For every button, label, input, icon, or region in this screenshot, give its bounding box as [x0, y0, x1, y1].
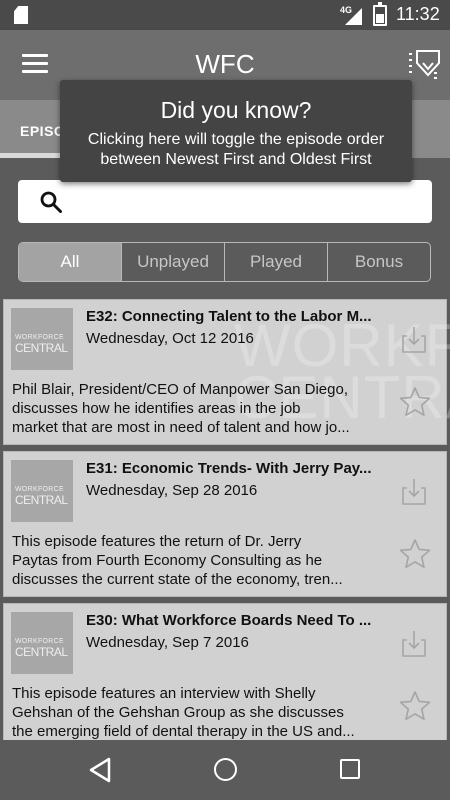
favorite-star-icon[interactable] [399, 690, 431, 722]
episode-description: This episode features the return of Dr. … [12, 533, 343, 588]
episode-date: Wednesday, Sep 7 2016 [86, 634, 249, 651]
filter-played[interactable]: Played [224, 243, 327, 281]
filter-unplayed[interactable]: Unplayed [121, 243, 224, 281]
tooltip-title: Did you know? [160, 97, 312, 123]
search-input[interactable] [18, 180, 432, 223]
episode-date: Wednesday, Sep 28 2016 [86, 482, 258, 499]
download-icon[interactable] [401, 326, 427, 354]
episode-title: E31: Economic Trends- With Jerry Pay... [86, 460, 372, 477]
episode-thumbnail: WORKFORCE CENTRAL [11, 612, 73, 674]
episode-list: WORKFORCECENTRAL WORKFORCE CENTRAL E32: … [0, 297, 450, 740]
system-nav-bar [0, 740, 450, 800]
favorite-star-icon[interactable] [399, 386, 431, 418]
tooltip-popup[interactable]: Did you know? Clicking here will toggle … [60, 80, 412, 182]
home-icon[interactable] [214, 758, 237, 781]
download-icon[interactable] [401, 630, 427, 658]
sd-card-icon [14, 6, 28, 24]
favorite-star-icon[interactable] [399, 538, 431, 570]
sort-order-icon[interactable] [408, 48, 442, 80]
episode-title: E30: What Workforce Boards Need To ... [86, 612, 372, 629]
episode-thumbnail: WORKFORCE CENTRAL [11, 460, 73, 522]
episode-card[interactable]: WORKFORCECENTRAL WORKFORCE CENTRAL E32: … [3, 299, 450, 445]
tab-episodes[interactable]: EPISO [20, 123, 65, 139]
filter-segmented-control: All Unplayed Played Bonus [18, 242, 431, 282]
episode-description: This episode features an interview with … [12, 685, 355, 740]
search-icon [40, 191, 62, 213]
episode-card[interactable]: WORKFORCE CENTRAL E31: Economic Trends- … [3, 451, 447, 597]
back-icon[interactable] [88, 757, 112, 783]
filter-all[interactable]: All [19, 243, 121, 281]
episode-date: Wednesday, Oct 12 2016 [86, 330, 254, 347]
episode-card[interactable]: WORKFORCE CENTRAL E30: What Workforce Bo… [3, 603, 447, 740]
episode-title: E32: Connecting Talent to the Labor M... [86, 308, 372, 325]
app-title: WFC [195, 49, 255, 79]
network-type: 4G [340, 5, 353, 15]
filter-bonus[interactable]: Bonus [327, 243, 430, 281]
tooltip-body: Clicking here will toggle the episode or… [87, 131, 385, 168]
battery-icon [373, 2, 387, 26]
episode-description: Phil Blair, President/CEO of Manpower Sa… [12, 381, 350, 436]
status-time: 11:32 [396, 4, 440, 24]
recent-apps-icon[interactable] [340, 759, 360, 779]
download-icon[interactable] [401, 478, 427, 506]
episode-thumbnail: WORKFORCE CENTRAL [11, 308, 73, 370]
status-bar: 4G 11:32 [0, 0, 450, 30]
